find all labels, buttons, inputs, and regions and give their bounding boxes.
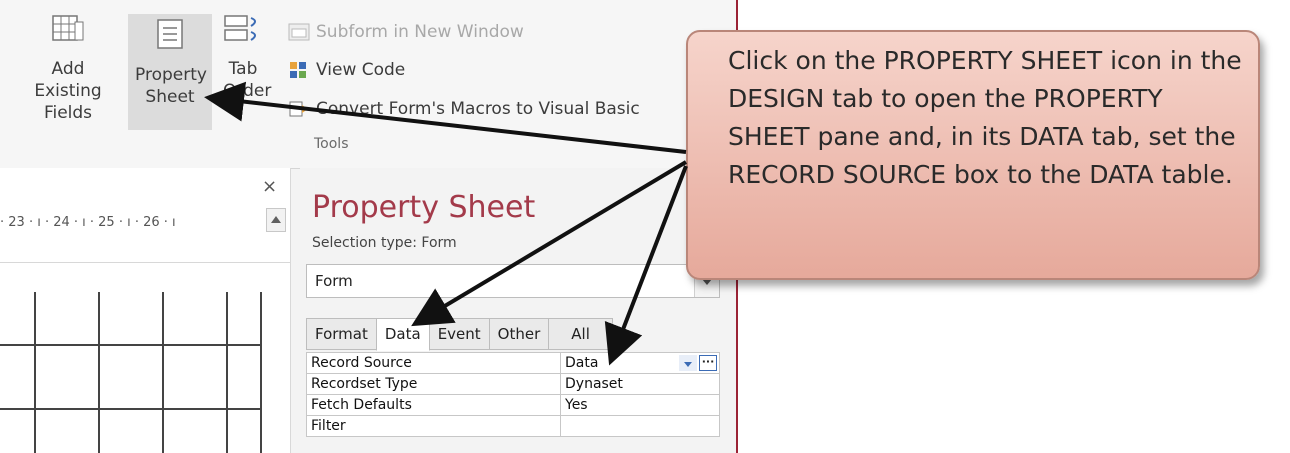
arrow-to-record-source: [604, 165, 688, 366]
arrow-to-data-tab: [411, 160, 688, 327]
arrow-to-property-sheet-button: [204, 81, 687, 154]
annotation-arrows: [204, 81, 688, 366]
